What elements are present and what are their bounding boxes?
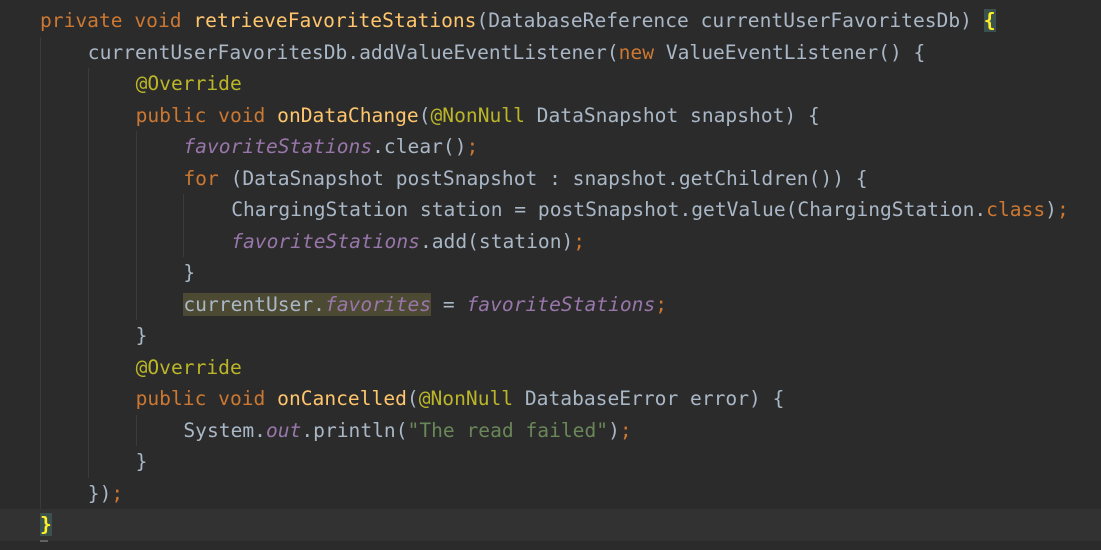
code-line[interactable]: @Override [0,352,1101,384]
code-token: out [265,418,302,442]
code-line[interactable]: public void onCancelled(@NonNull Databas… [0,383,1101,415]
code-line[interactable]: } [0,509,1101,541]
code-token: onDataChange [277,103,419,127]
code-line-content: } [136,320,148,352]
code-line-content: public void onCancelled(@NonNull Databas… [136,383,785,415]
code-token: retrieveFavoriteStations [193,9,477,32]
code-token: (DatabaseReference currentUserFavoritesD… [476,9,984,32]
code-token: currentUserFavoritesDb.addValueEventList… [87,40,619,64]
code-token: DataSnapshot snapshot) { [524,103,820,127]
code-token: ( [418,103,431,127]
code-token: for [183,166,219,190]
code-token: ; [573,229,586,253]
code-line[interactable]: favoriteStations.clear(); [0,131,1101,163]
code-token: ; [466,135,479,158]
code-line[interactable]: public void onDataChange(@NonNull DataSn… [0,100,1101,132]
code-editor[interactable]: private void retrieveFavoriteStations(Da… [0,0,1101,550]
code-line[interactable]: } [0,446,1101,478]
code-token: @NonNull [430,103,525,127]
code-token: . [313,292,325,316]
code-line[interactable]: private void retrieveFavoriteStations(Da… [0,5,1101,37]
code-token: ; [111,481,124,505]
code-token: onCancelled [277,387,407,410]
next-line-fragment [40,540,48,542]
code-line-content: ChargingStation station = postSnapshot.g… [231,194,1069,226]
code-token: .println( [301,418,408,442]
code-line-content: public void onDataChange(@NonNull DataSn… [136,100,820,132]
code-token: private [40,9,123,32]
code-token: ValueEventListener() { [654,40,926,64]
code-line-content: favoriteStations.clear(); [183,131,478,163]
code-token: ; [1056,198,1069,221]
code-token: } [183,261,196,284]
code-line[interactable]: favoriteStations.add(station); [0,226,1101,258]
code-token: class [986,198,1046,221]
code-line-content: favoriteStations.add(station); [231,226,585,258]
code-token: new [618,40,655,64]
code-token: favoriteStations [183,135,373,158]
code-line-content: for (DataSnapshot postSnapshot : snapsho… [183,163,867,195]
code-token: favorites [324,292,432,316]
code-line[interactable]: System.out.println("The read failed"); [0,415,1101,447]
code-line[interactable]: }); [0,478,1101,510]
code-line-content: private void retrieveFavoriteStations(Da… [40,5,996,37]
code-token: .add(station) [419,229,574,253]
code-line-content: System.out.println("The read failed"); [183,415,631,447]
code-line-content: currentUserFavoritesDb.addValueEventList… [88,37,926,69]
code-token: } [40,513,52,536]
code-token: ) [1045,198,1057,221]
code-token: ChargingStation station = postSnapshot.g… [231,198,987,221]
code-line-content: } [40,509,52,541]
code-line-content: currentUser.favorites = favoriteStations… [183,289,667,321]
code-token: @NonNull [418,387,514,410]
code-token: favoriteStations [466,292,656,316]
code-line-content: } [136,446,148,478]
code-token: System. [183,418,266,442]
code-token: void [218,387,266,410]
code-token: favoriteStations [231,229,420,253]
code-line[interactable]: } [0,320,1101,352]
code-token: } [135,450,148,473]
code-line[interactable]: currentUser.favorites = favoriteStations… [0,289,1101,321]
code-token: public [135,103,207,127]
code-token: void [134,9,182,32]
code-token: @Override [135,355,242,379]
code-line-content: @Override [136,352,242,384]
code-token: public [135,387,207,410]
code-token: ; [655,292,668,316]
code-token: void [218,103,266,127]
code-token: } [135,324,148,347]
code-token: }) [87,481,112,505]
code-line-content: @Override [136,68,242,100]
code-token: (DataSnapshot postSnapshot : snapshot.ge… [218,166,868,190]
code-token: DatabaseError error) { [513,387,785,410]
code-line[interactable]: } [0,257,1101,289]
code-token: "The read failed" [407,418,609,442]
code-token: ; [619,418,632,442]
code-token: ) [608,418,620,442]
code-line[interactable]: @Override [0,68,1101,100]
code-line-content: }); [88,478,123,510]
code-line-content: } [183,257,195,289]
code-token: { [983,9,996,32]
code-token: currentUser [183,292,314,316]
code-token: .clear() [372,135,467,158]
code-token: = [431,292,467,316]
code-token: ( [406,387,419,410]
code-line[interactable]: currentUserFavoritesDb.addValueEventList… [0,37,1101,69]
code-line[interactable]: ChargingStation station = postSnapshot.g… [0,194,1101,226]
code-token: @Override [135,72,242,95]
code-line[interactable]: for (DataSnapshot postSnapshot : snapsho… [0,163,1101,195]
